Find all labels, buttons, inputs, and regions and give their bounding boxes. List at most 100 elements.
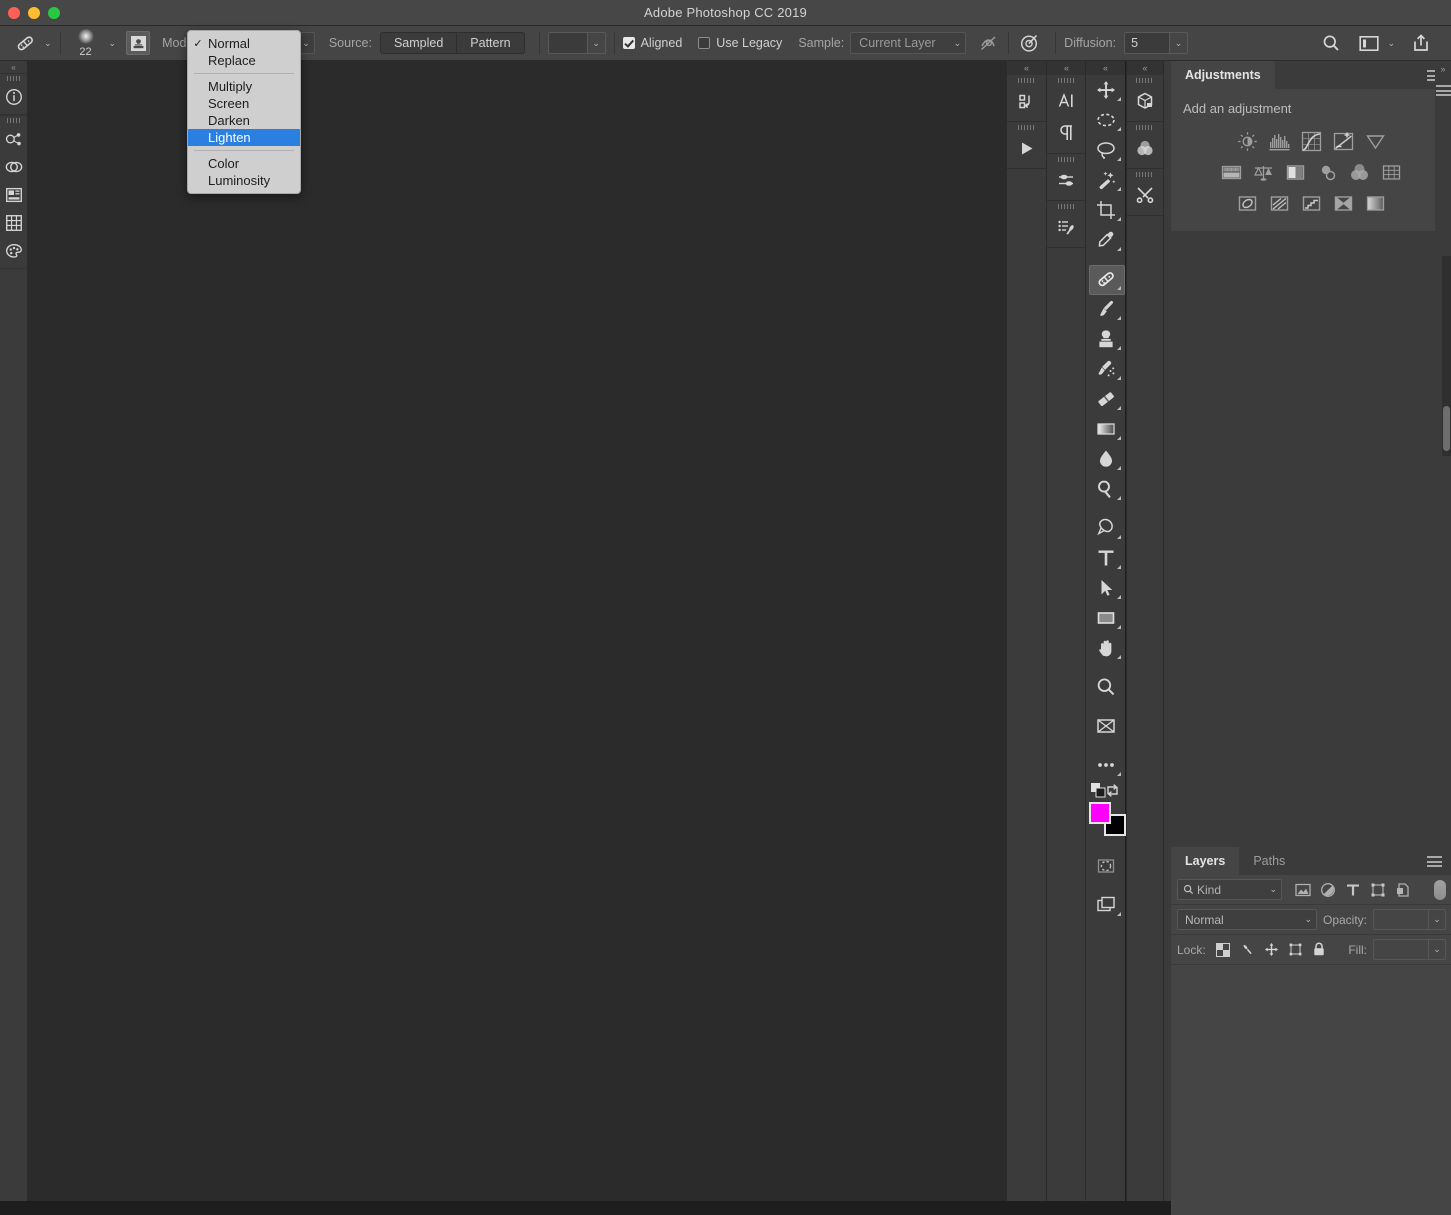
actions-history-icon[interactable] xyxy=(1007,85,1046,117)
color-lookup-icon[interactable] xyxy=(1381,161,1403,183)
fill-input[interactable] xyxy=(1373,939,1429,960)
panel-grip[interactable] xyxy=(1047,201,1086,211)
panel-grip[interactable] xyxy=(1007,75,1046,85)
grid-icon[interactable] xyxy=(0,209,27,237)
crop-tool[interactable] xyxy=(1086,195,1125,225)
window-controls[interactable] xyxy=(8,6,60,19)
selective-color-icon[interactable] xyxy=(1333,192,1355,214)
gradient-map-icon[interactable] xyxy=(1365,192,1387,214)
panel-grip[interactable] xyxy=(0,116,27,125)
panel-grip[interactable] xyxy=(1127,122,1163,132)
exposure-icon[interactable] xyxy=(1333,130,1355,152)
character-icon[interactable] xyxy=(1047,85,1086,117)
lock-artboard-nesting-icon[interactable] xyxy=(1286,940,1305,959)
paragraph-icon[interactable] xyxy=(1047,117,1086,149)
default-colors-icon[interactable] xyxy=(1091,783,1106,801)
close-button[interactable] xyxy=(8,6,20,19)
3d-material-drop-icon[interactable] xyxy=(0,125,27,153)
use-legacy-checkbox[interactable]: Use Legacy xyxy=(698,36,782,50)
filter-kind-select[interactable]: Kind ⌄ xyxy=(1177,879,1282,900)
tab-layers[interactable]: Layers xyxy=(1171,847,1240,875)
source-pattern-button[interactable]: Pattern xyxy=(457,32,525,54)
blur-tool[interactable] xyxy=(1086,444,1125,474)
menu-item-replace[interactable]: Replace xyxy=(188,52,300,69)
menu-item-screen[interactable]: Screen xyxy=(188,95,300,112)
panel-grip[interactable] xyxy=(0,74,27,83)
brush-size-preview[interactable]: 22 xyxy=(69,28,103,58)
diffusion-chevron-icon[interactable]: ⌄ xyxy=(1170,32,1189,54)
sample-select[interactable]: Current Layer ⌄ xyxy=(850,32,967,54)
document-canvas-area[interactable] xyxy=(28,61,1006,1201)
stamp-pattern-icon[interactable] xyxy=(126,31,151,55)
magic-wand-tool[interactable] xyxy=(1086,165,1125,195)
source-sampled-button[interactable]: Sampled xyxy=(379,32,458,54)
tab-paths[interactable]: Paths xyxy=(1239,847,1300,875)
workspace-chevron-icon[interactable]: ⌄ xyxy=(1387,38,1395,48)
history-brush-tool[interactable] xyxy=(1086,354,1125,384)
menu-item-color[interactable]: Color xyxy=(188,155,300,172)
gradient-tool[interactable] xyxy=(1086,414,1125,444)
posterize-icon[interactable] xyxy=(1269,192,1291,214)
menu-item-normal[interactable]: ✓ Normal xyxy=(188,35,300,52)
filter-kind-chevron-icon[interactable]: ⌄ xyxy=(1269,885,1277,894)
opacity-input[interactable] xyxy=(1373,909,1429,930)
path-selection-tool[interactable] xyxy=(1086,573,1125,603)
brush-settings-icon[interactable] xyxy=(1047,164,1086,196)
eyedropper-tool[interactable] xyxy=(1086,225,1125,255)
curves-icon[interactable] xyxy=(1301,130,1323,152)
zoom-tool[interactable] xyxy=(1086,672,1125,702)
move-tool[interactable] xyxy=(1086,75,1125,105)
scrollbar-thumb[interactable] xyxy=(1443,406,1450,451)
brightness-contrast-icon[interactable] xyxy=(1237,130,1259,152)
tools-icon[interactable] xyxy=(1127,179,1163,211)
menu-item-darken[interactable]: Darken xyxy=(188,112,300,129)
healing-brush-tool[interactable] xyxy=(1086,264,1125,295)
channels-sphere-icon[interactable] xyxy=(1127,132,1163,164)
3d-scene-icon[interactable] xyxy=(0,153,27,181)
photo-filter-icon[interactable] xyxy=(1317,161,1339,183)
fill-chevron-icon[interactable]: ⌄ xyxy=(1429,939,1446,960)
tab-adjustments[interactable]: Adjustments xyxy=(1171,61,1275,89)
filter-shape-icon[interactable] xyxy=(1367,879,1389,901)
filter-type-icon[interactable] xyxy=(1342,879,1364,901)
filter-enable-toggle[interactable] xyxy=(1434,879,1446,900)
notes-icon[interactable] xyxy=(0,181,27,209)
brush-presets-icon[interactable] xyxy=(1047,211,1086,243)
panel-grip[interactable] xyxy=(1127,169,1163,179)
tool-preset-chevron-icon[interactable]: ⌄ xyxy=(44,38,52,48)
lock-all-icon[interactable] xyxy=(1310,940,1329,959)
clone-stamp-tool[interactable] xyxy=(1086,324,1125,354)
dodge-tool[interactable] xyxy=(1086,474,1125,504)
healing-brush-icon[interactable] xyxy=(12,32,38,54)
toolbox-collapse-icon[interactable]: « xyxy=(1086,61,1125,75)
levels-icon[interactable] xyxy=(1269,130,1291,152)
pen-tool[interactable] xyxy=(1086,513,1125,543)
play-icon[interactable] xyxy=(1007,132,1046,164)
threshold-icon[interactable] xyxy=(1301,192,1323,214)
aligned-checkbox[interactable]: Aligned xyxy=(622,36,682,50)
menu-item-luminosity[interactable]: Luminosity xyxy=(188,172,300,189)
panel-grip[interactable] xyxy=(1047,75,1086,85)
dock-expand-icon[interactable]: » xyxy=(1435,61,1451,74)
minimize-button[interactable] xyxy=(28,6,40,19)
dock-panel-menu-icon[interactable] xyxy=(1436,85,1451,96)
rectangle-tool[interactable] xyxy=(1086,603,1125,633)
diffusion-input[interactable]: 5 xyxy=(1124,32,1171,54)
filter-smart-object-icon[interactable] xyxy=(1392,879,1414,901)
lasso-tool[interactable] xyxy=(1086,135,1125,165)
blend-mode-chevron-icon[interactable]: ⌄ xyxy=(1304,915,1312,924)
foreground-color-swatch[interactable] xyxy=(1089,802,1111,824)
layers-list[interactable] xyxy=(1171,965,1451,1215)
pressure-tablet-icon[interactable] xyxy=(1017,31,1041,55)
panel-column-collapse-icon[interactable]: « xyxy=(1047,61,1086,75)
quick-mask-icon[interactable] xyxy=(1086,851,1125,881)
brush-preset-chevron-icon[interactable]: ⌄ xyxy=(109,38,117,48)
color-balance-icon[interactable] xyxy=(1253,161,1275,183)
lock-position-icon[interactable] xyxy=(1262,940,1281,959)
black-white-icon[interactable] xyxy=(1285,161,1307,183)
info-icon[interactable] xyxy=(0,83,27,111)
filter-adjustment-icon[interactable] xyxy=(1317,879,1339,901)
eraser-tool[interactable] xyxy=(1086,384,1125,414)
hue-saturation-icon[interactable] xyxy=(1221,161,1243,183)
blend-mode-select[interactable]: Normal ⌄ xyxy=(1177,909,1317,930)
